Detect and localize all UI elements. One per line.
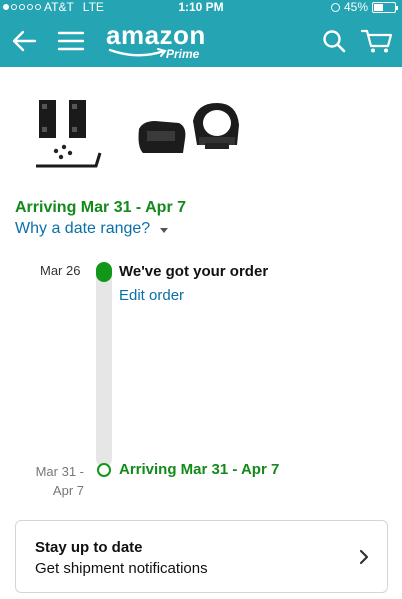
cart-icon <box>361 29 393 52</box>
logo-wordmark: amazon <box>106 20 206 50</box>
alarm-icon <box>330 2 340 12</box>
cart-button[interactable] <box>358 14 396 67</box>
menu-icon <box>57 31 85 50</box>
chevron-right-icon <box>359 549 369 565</box>
shipment-notifications-card[interactable]: Stay up to date Get shipment notificatio… <box>15 520 388 593</box>
back-button[interactable] <box>6 14 42 67</box>
menu-button[interactable] <box>54 14 88 67</box>
edit-order-link[interactable]: Edit order <box>119 287 184 304</box>
logo-smile-icon <box>108 48 167 57</box>
search-button[interactable] <box>318 14 350 67</box>
battery-icon <box>372 1 398 13</box>
arrival-date-range: Mar 31 - Apr 7 <box>28 462 84 500</box>
logo-prime: Prime <box>166 47 200 61</box>
event-date: Mar 26 <box>40 263 81 278</box>
status-right: 45% <box>330 0 398 14</box>
product-image-scope-bases[interactable] <box>30 95 110 175</box>
why-date-range-link[interactable]: Why a date range? <box>15 220 169 238</box>
product-image-scope-rings[interactable] <box>133 101 273 171</box>
amazon-prime-logo[interactable]: amazon Prime <box>106 20 206 61</box>
card-subtitle: Get shipment notifications <box>35 560 208 577</box>
app-header: amazon Prime <box>0 14 402 67</box>
status-bar: AT&T LTE 1:10 PM 45% <box>0 0 402 14</box>
card-title: Stay up to date <box>35 539 143 556</box>
why-date-range-label: Why a date range? <box>15 220 151 237</box>
search-icon <box>323 29 346 52</box>
arriving-heading: Arriving Mar 31 - Apr 7 <box>15 199 187 216</box>
back-arrow-icon <box>12 30 37 51</box>
timeline-end-circle-icon <box>97 463 111 477</box>
event-title: We've got your order <box>119 263 269 280</box>
timeline-progress <box>96 262 112 282</box>
arrival-event-title: Arriving Mar 31 - Apr 7 <box>119 461 280 478</box>
timeline-track <box>96 262 112 467</box>
battery-percent: 45% <box>343 0 368 14</box>
product-images[interactable] <box>30 95 280 175</box>
caret-down-icon <box>160 227 169 233</box>
arrival-date-line2: Apr 7 <box>52 483 84 498</box>
arrival-date-line1: Mar 31 - <box>35 464 84 479</box>
